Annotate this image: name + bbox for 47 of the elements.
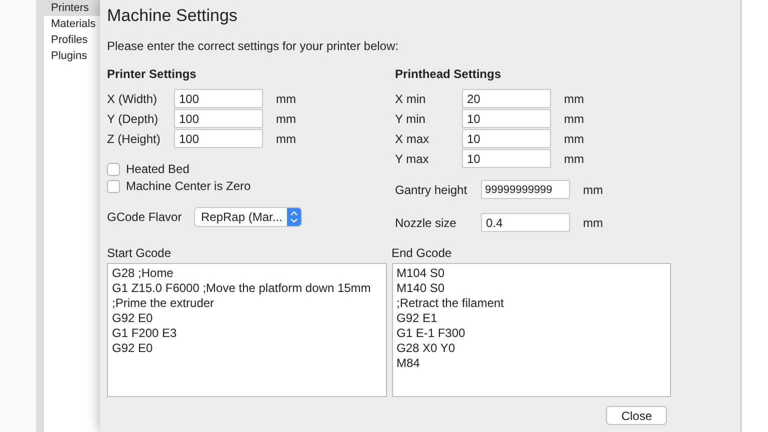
input-field[interactable]: 10 [462,109,551,128]
field-label: Z (Height) [107,130,162,148]
section-label: End Gcode [392,245,453,262]
input-field[interactable]: 10 [462,149,551,168]
checkbox-label: Heated Bed [126,161,190,178]
input-field[interactable]: 0.4 [481,213,570,232]
input-field[interactable]: 99999999999 [481,180,570,199]
field-label: X (Width) [107,90,158,108]
field-label: Nozzle size [395,214,458,232]
sidebar-item[interactable]: Profiles [44,32,100,48]
gcode-text-area[interactable]: G28 ;Home G1 Z15.0 F6000 ;Move the platform down 15mm ;Prime the extruder G92 E0 G1 F200 E3 G92 E0 [107,263,386,397]
section-label: Start Gcode [107,245,172,262]
unit-label: mm [564,90,584,108]
unit-label: mm [564,110,584,128]
field-label: Gantry height [395,182,468,198]
unit-label: mm [583,214,603,232]
checkbox[interactable] [107,180,120,192]
dialog-title: Machine Settings [107,5,238,27]
field-label: Y min [395,110,426,128]
sidebar-item[interactable]: Plugins [44,48,100,64]
section-heading: Printer Settings [107,66,198,83]
unit-label: mm [276,90,296,108]
checkbox-label: Machine Center is Zero [126,178,251,195]
gcode-text-area[interactable]: M104 S0 M140 S0 ;Retract the filament G92 E1 G1 E-1 F300 G28 X0 Y0 M84 [392,263,671,397]
intro-text: Please enter the correct settings for your printer below: [107,38,400,55]
sidebar-item[interactable]: Materials [44,16,100,32]
unit-label: mm [583,182,603,198]
section-heading: Printhead Settings [395,66,502,83]
chevron-icon [287,208,301,226]
field-label: Y (Depth) [107,110,160,128]
field-label: GCode Flavor [107,209,183,226]
unit-label: mm [564,130,584,148]
field-label: Y max [395,150,430,168]
input-field[interactable]: 100 [174,129,263,148]
dropdown[interactable]: RepRap (Mar... [194,207,302,227]
sidebar-item[interactable]: Printers [44,0,100,16]
unit-label: mm [564,150,584,168]
input-field[interactable]: 20 [462,89,551,108]
field-label: X max [395,130,430,148]
field-label: X min [395,90,427,108]
input-field[interactable]: 10 [462,129,551,148]
unit-label: mm [276,110,296,128]
input-field[interactable]: 100 [174,109,263,128]
checkbox[interactable] [107,162,120,176]
input-field[interactable]: 100 [174,89,263,108]
unit-label: mm [276,130,296,148]
close-button[interactable]: Close [606,406,667,425]
